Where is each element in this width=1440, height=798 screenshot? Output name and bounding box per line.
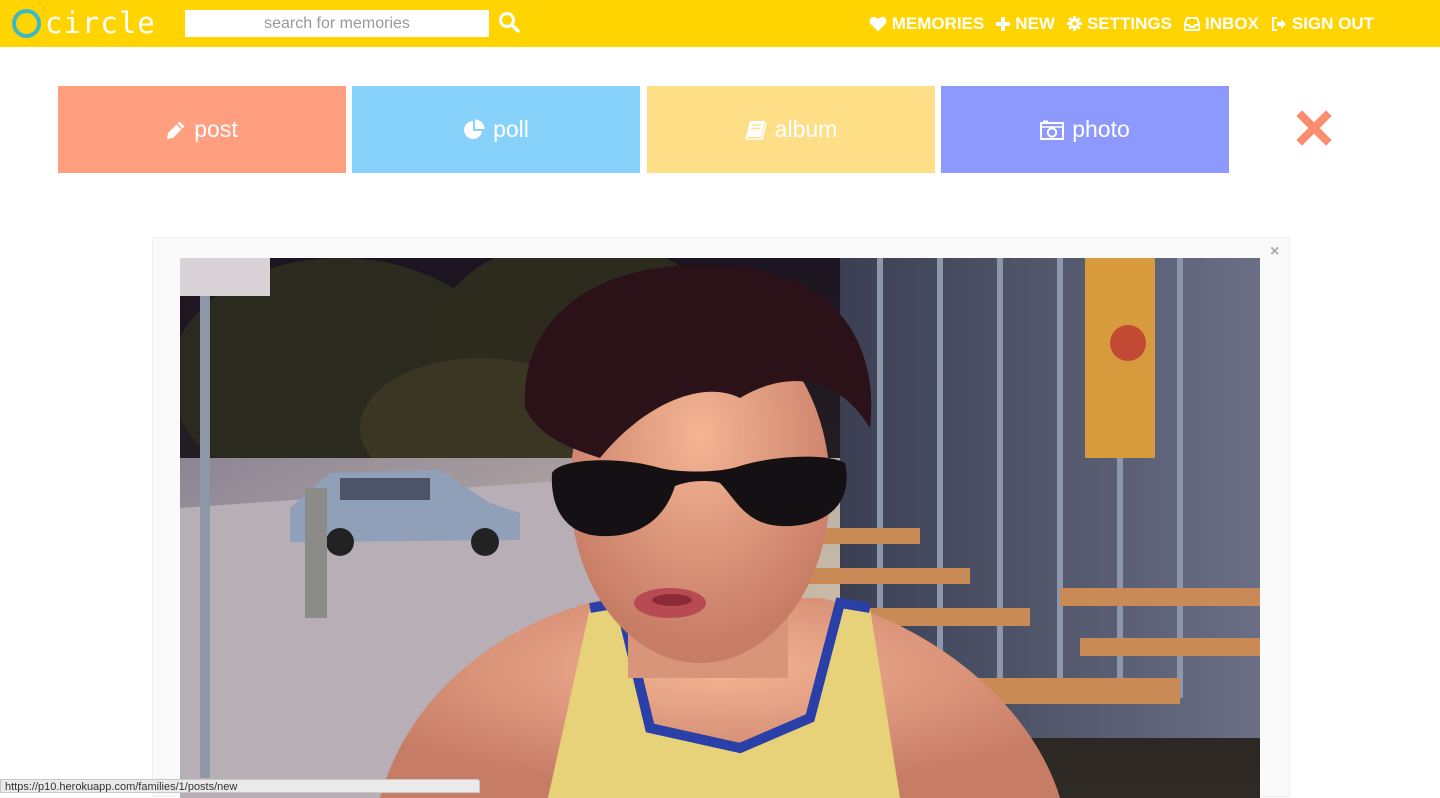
logo[interactable]: circle (12, 6, 156, 40)
nav-sign-out[interactable]: SIGN OUT (1271, 14, 1374, 34)
post-tile[interactable]: post (58, 86, 346, 173)
camera-icon (1040, 120, 1065, 140)
nav-new-label: NEW (1015, 13, 1055, 33)
pie-chart-icon (464, 119, 485, 139)
logo-text: circle (45, 6, 156, 40)
photo-tile-label: photo (1072, 116, 1130, 142)
nav-sign-out-label: SIGN OUT (1291, 13, 1374, 33)
book-icon (744, 120, 767, 140)
close-icon[interactable] (1296, 110, 1332, 146)
gear-icon (1066, 16, 1082, 31)
nav-inbox[interactable]: INBOX (1183, 13, 1259, 34)
album-tile-label: album (774, 116, 838, 142)
nav-new[interactable]: NEW (996, 14, 1055, 34)
nav-memories-label: MEMORIES (891, 13, 985, 33)
nav-memories[interactable]: MEMORIES (869, 13, 985, 34)
inbox-icon (1183, 16, 1200, 31)
poll-tile-label: poll (493, 116, 529, 142)
sign-out-icon (1271, 16, 1286, 31)
pencil-icon (167, 121, 185, 139)
panel-close-button[interactable]: × (1270, 244, 1279, 260)
album-tile[interactable]: album (647, 86, 935, 173)
nav-settings[interactable]: SETTINGS (1066, 13, 1172, 34)
nav-settings-label: SETTINGS (1086, 13, 1172, 33)
main-nav: MEMORIES NEW SETTINGS INBOX SIGN OUT (869, 0, 1374, 47)
search-icon[interactable] (498, 11, 522, 35)
heart-icon (869, 16, 887, 31)
search-input[interactable] (185, 10, 489, 37)
status-bar-url: https://p10.herokuapp.com/families/1/pos… (0, 779, 480, 793)
photo-tile[interactable]: photo (941, 86, 1229, 173)
poll-tile[interactable]: poll (352, 86, 640, 173)
logo-ring-icon (12, 8, 41, 38)
nav-inbox-label: INBOX (1204, 13, 1259, 33)
uploaded-photo (180, 258, 1260, 798)
post-tile-label: post (194, 116, 238, 142)
plus-icon (996, 16, 1011, 31)
top-navbar: circle MEMORIES NEW (0, 0, 1440, 47)
